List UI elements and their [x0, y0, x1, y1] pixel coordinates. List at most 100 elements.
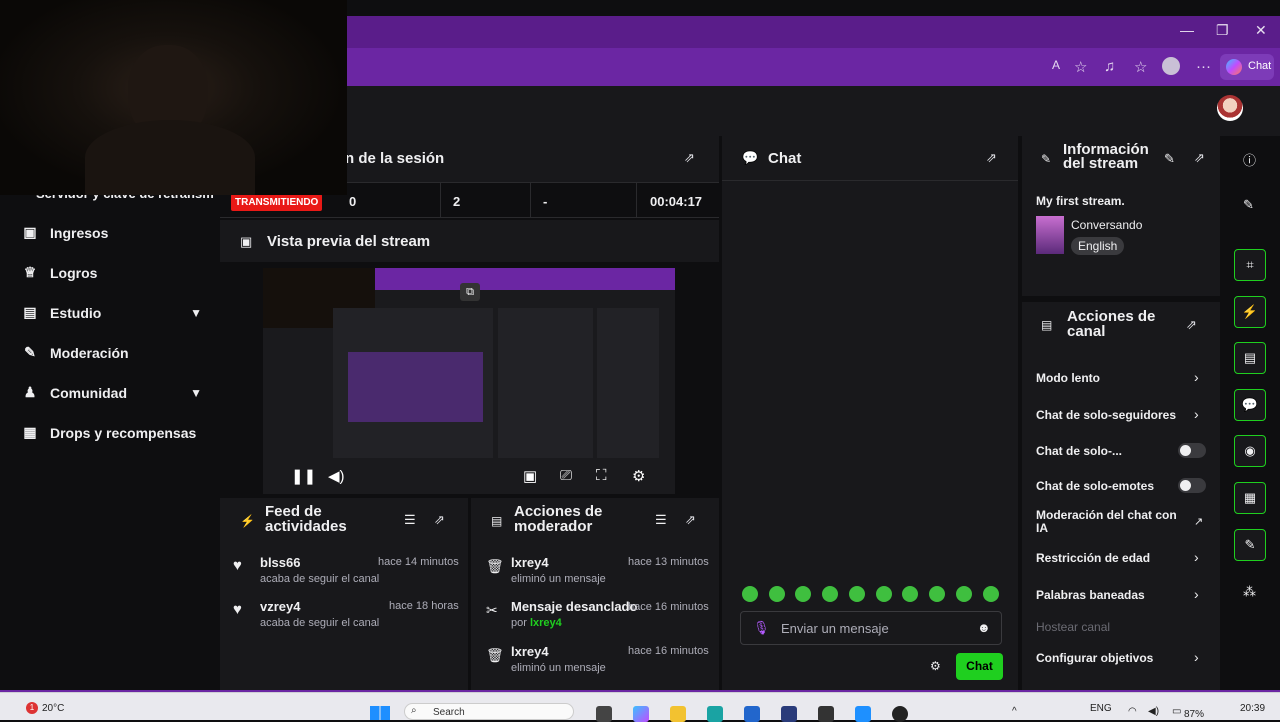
microphone-icon[interactable]: 🎙 — [753, 620, 770, 636]
emote-icon[interactable] — [795, 586, 811, 602]
clip-icon[interactable]: ⎚ — [560, 467, 572, 484]
clock[interactable]: 20:39 — [1240, 703, 1265, 714]
sidebar-item-drops[interactable]: ▦ Drops y recompensas — [22, 424, 202, 441]
emoji-picker-icon[interactable]: ☻ — [977, 620, 991, 635]
more-menu-icon[interactable]: ··· — [1196, 58, 1211, 75]
sidebar-item-estudio[interactable]: ▤ Estudio ▼ — [22, 304, 202, 321]
fullscreen-icon[interactable]: ⛶ — [596, 467, 607, 484]
emote-icon[interactable] — [876, 586, 892, 602]
chat-settings-gear-icon[interactable]: ⚙ — [930, 659, 941, 673]
popout-icon[interactable]: ⇗ — [1194, 150, 1205, 166]
rail-chat-icon[interactable]: 💬 — [1234, 389, 1266, 421]
theatre-mode-icon[interactable]: ▣ — [523, 467, 537, 485]
weather-temp[interactable]: 20°C — [42, 703, 64, 714]
emote-icon[interactable] — [822, 586, 838, 602]
settings-gear-icon[interactable]: ⚙ — [632, 467, 645, 485]
sidebar-item-ingresos[interactable]: ▣ Ingresos — [22, 224, 202, 241]
chat-panel — [722, 136, 1018, 690]
emote-icon[interactable] — [849, 586, 865, 602]
emotes-only-toggle[interactable] — [1178, 478, 1206, 493]
rail-lightning-icon[interactable]: ⚡ — [1234, 296, 1266, 328]
chevron-right-icon[interactable]: › — [1194, 369, 1199, 385]
popout-icon[interactable]: ⇗ — [684, 150, 695, 166]
chat-message-input[interactable]: 🎙 Enviar un mensaje ☻ — [740, 611, 1002, 645]
close-icon[interactable]: ✕ — [1255, 22, 1267, 39]
chevron-down-icon: ▼ — [190, 385, 202, 400]
windows-start-icon[interactable] — [370, 706, 390, 720]
popout-icon[interactable]: ⇗ — [986, 150, 997, 166]
feed-user[interactable]: vzrey4 — [260, 599, 300, 614]
rail-document-icon[interactable]: ▤ — [1234, 342, 1266, 374]
filter-icon[interactable]: ☰ — [404, 512, 416, 528]
language-tag[interactable]: English — [1071, 237, 1125, 255]
action-followers-only[interactable]: Chat de solo-seguidores — [1036, 408, 1176, 422]
volume-icon[interactable]: ◀) — [328, 467, 345, 485]
info-icon[interactable]: ⓘ — [1243, 150, 1256, 169]
restore-icon[interactable]: ❐ — [1216, 22, 1229, 39]
emote-icon[interactable] — [902, 586, 918, 602]
favorite-star-icon[interactable]: ☆ — [1074, 58, 1087, 76]
action-ai-moderation[interactable]: Moderación del chat con IA — [1036, 509, 1186, 535]
emote-icon[interactable] — [929, 586, 945, 602]
rail-clip-icon[interactable]: ⌗ — [1234, 249, 1266, 281]
popout-icon[interactable]: ⇗ — [685, 512, 696, 528]
external-link-icon[interactable]: ↗ — [1194, 515, 1203, 528]
wifi-icon[interactable]: ◠ — [1128, 706, 1137, 717]
sidebar-item-comunidad[interactable]: ♟ Comunidad ▼ — [22, 384, 202, 401]
avatar[interactable] — [1217, 95, 1243, 121]
rail-layout-icon[interactable]: ▦ — [1234, 482, 1266, 514]
chevron-right-icon[interactable]: › — [1194, 586, 1199, 602]
volume-icon[interactable]: ◀) — [1148, 706, 1159, 717]
action-banned-words[interactable]: Palabras baneadas — [1036, 588, 1145, 602]
chevron-right-icon[interactable]: › — [1194, 549, 1199, 565]
emote-icon[interactable] — [983, 586, 999, 602]
battery-icon[interactable]: ▭ — [1172, 706, 1181, 717]
emote-icon[interactable] — [956, 586, 972, 602]
emote-icon[interactable] — [742, 586, 758, 602]
mod-user[interactable]: lxrey4 — [511, 644, 549, 659]
extension-icon[interactable]: ♫ — [1104, 58, 1115, 75]
mod-user[interactable]: lxrey4 — [511, 555, 549, 570]
subs-only-toggle[interactable] — [1178, 443, 1206, 458]
preview-nested-preview — [348, 352, 483, 422]
popout-icon[interactable]: ⇗ — [1186, 317, 1197, 333]
category-boxart[interactable] — [1036, 216, 1064, 254]
trash-icon: 🗑 — [486, 558, 504, 574]
taskbar-search[interactable]: ⌕ Search — [404, 703, 574, 720]
profile-icon[interactable] — [1162, 57, 1180, 75]
edit-pencil-icon[interactable]: ✎ — [1243, 197, 1254, 213]
mod-user-link[interactable]: lxrey4 — [530, 617, 562, 629]
pause-icon[interactable]: ❚❚ — [291, 467, 316, 485]
rail-wrench-icon[interactable]: ✎ — [1234, 529, 1266, 561]
pip-icon[interactable]: ⧉ — [460, 283, 480, 301]
sidebar-item-logros[interactable]: ♕ Logros — [22, 264, 202, 281]
webcam-person-body — [85, 120, 255, 195]
language-indicator[interactable]: ENG — [1090, 703, 1112, 714]
chat-send-button[interactable]: Chat — [956, 653, 1003, 680]
feed-desc: acaba de seguir el canal — [260, 573, 380, 585]
more-apps-icon[interactable]: ⁂ — [1243, 584, 1256, 600]
filter-icon[interactable]: ☰ — [655, 512, 667, 528]
emote-icon[interactable] — [769, 586, 785, 602]
document-icon: ▤ — [491, 514, 503, 528]
stream-preview-video[interactable] — [263, 268, 675, 494]
wrench-icon: ✎ — [1041, 152, 1052, 166]
action-slow-mode[interactable]: Modo lento — [1036, 371, 1100, 385]
category-name[interactable]: Conversando — [1071, 218, 1142, 232]
action-set-goals[interactable]: Configurar objetivos — [1036, 651, 1153, 665]
copilot-button[interactable]: Chat — [1220, 54, 1274, 80]
chevron-right-icon[interactable]: › — [1194, 649, 1199, 665]
sidebar-item-moderacion[interactable]: ✎ Moderación — [22, 344, 202, 361]
tray-chevron-icon[interactable]: ^ — [1012, 706, 1017, 717]
mod-time: hace 13 minutos — [628, 556, 709, 568]
action-age-restriction[interactable]: Restricción de edad — [1036, 551, 1150, 565]
edit-pencil-icon[interactable]: ✎ — [1164, 151, 1175, 167]
chevron-right-icon[interactable]: › — [1194, 406, 1199, 422]
rail-broadcast-icon[interactable]: ◉ — [1234, 435, 1266, 467]
feed-user[interactable]: blss66 — [260, 555, 300, 570]
mod-desc: por lxrey4 — [511, 617, 562, 629]
popout-icon[interactable]: ⇗ — [434, 512, 445, 528]
favorites-icon[interactable]: ☆ — [1134, 58, 1147, 76]
read-aloud-icon[interactable]: A — [1052, 58, 1060, 72]
minimize-icon[interactable]: — — [1180, 22, 1194, 38]
